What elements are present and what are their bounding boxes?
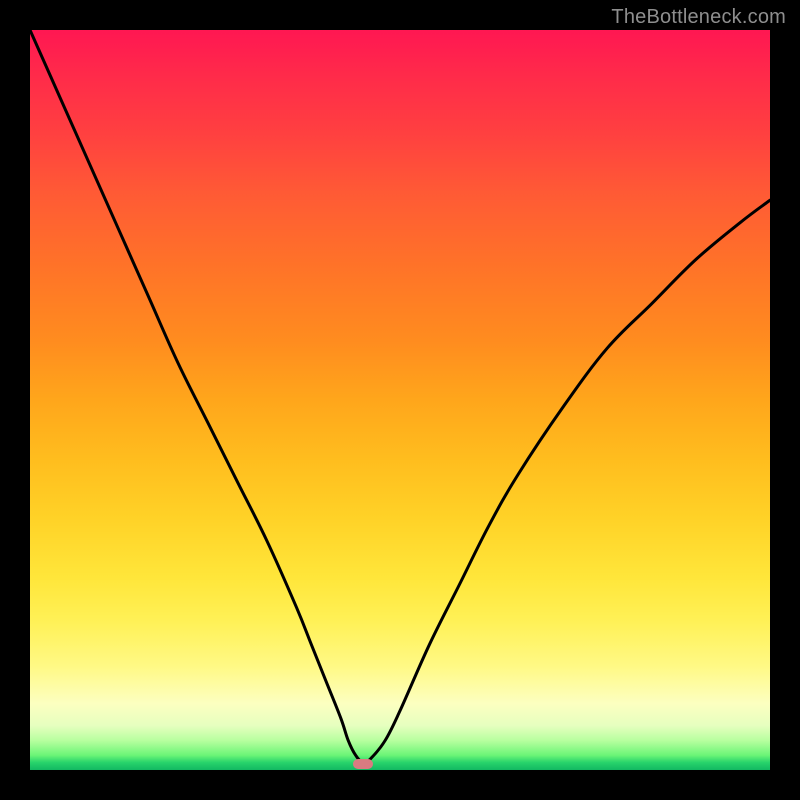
plot-area xyxy=(30,30,770,770)
bottleneck-curve xyxy=(30,30,770,763)
chart-frame: TheBottleneck.com xyxy=(0,0,800,800)
watermark-text: TheBottleneck.com xyxy=(611,6,786,29)
curve-svg xyxy=(30,30,770,770)
minimum-marker xyxy=(353,759,373,769)
